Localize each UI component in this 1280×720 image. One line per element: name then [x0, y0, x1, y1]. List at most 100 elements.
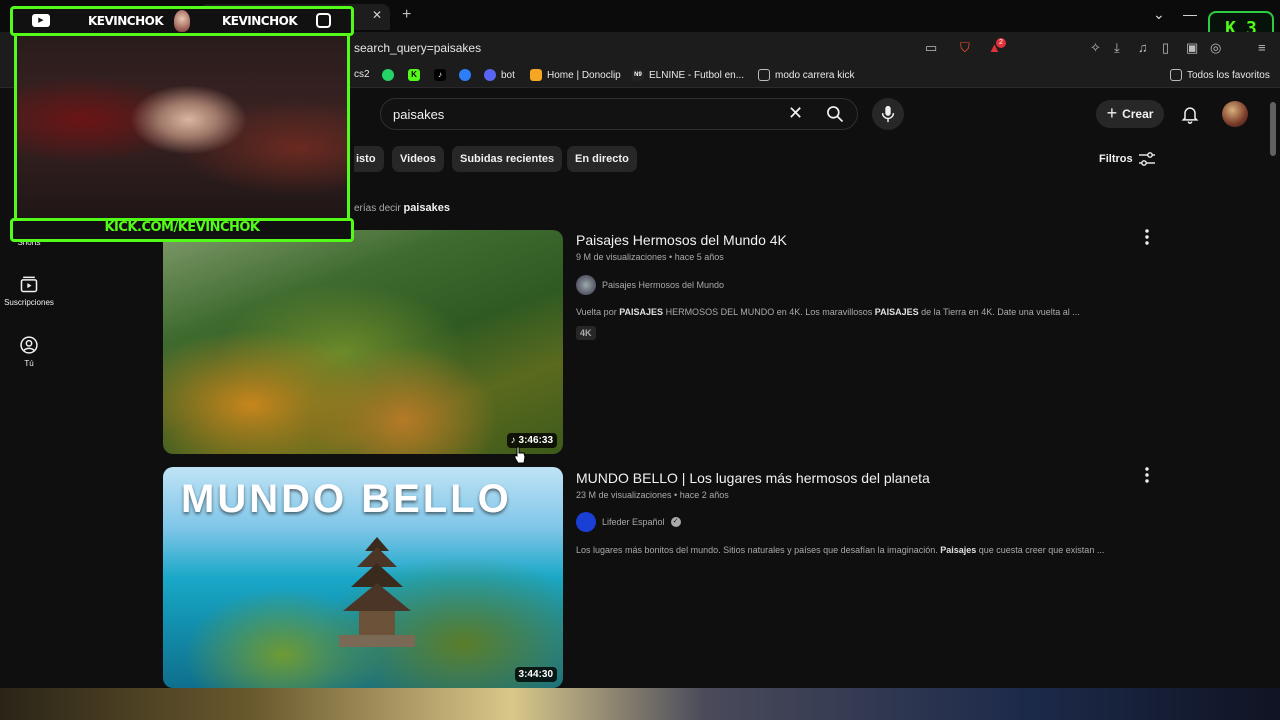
- video-thumbnail[interactable]: ♪ 3:46:33: [163, 230, 563, 454]
- streamer-mascot-icon: [174, 10, 190, 32]
- bookmark-kick[interactable]: K: [408, 69, 420, 81]
- desc-highlight: PAISAJES: [619, 307, 664, 317]
- search-input[interactable]: [380, 98, 858, 130]
- chip-all[interactable]: isto: [354, 146, 384, 172]
- bookmark-bot[interactable]: bot: [484, 69, 515, 81]
- elnine-icon: N9: [632, 69, 644, 81]
- microphone-icon: [881, 105, 895, 123]
- channel-avatar: [576, 275, 596, 295]
- sidebar-item-label: Tú: [24, 359, 34, 368]
- clear-search-icon[interactable]: ✕: [788, 103, 803, 124]
- brave-shield-icon[interactable]: ⛉: [960, 40, 970, 56]
- chip-live[interactable]: En directo: [567, 146, 637, 172]
- chip-recent-uploads[interactable]: Subidas recientes: [452, 146, 563, 172]
- stream-webcam-overlay: ▶ KEVINCHOK KEVINCHOK KICK.COM/KEVINCHOK: [10, 6, 354, 242]
- chrome-icon: [459, 69, 471, 81]
- chip-label: Videos: [400, 153, 436, 165]
- bookmark-label: cs2: [354, 69, 370, 80]
- quality-badge: 4K: [576, 326, 596, 340]
- did-you-mean-link[interactable]: paisakes: [403, 202, 449, 214]
- chip-label: En directo: [575, 153, 629, 165]
- extensions-icon[interactable]: ✧: [1090, 40, 1101, 56]
- channel-avatar: [576, 512, 596, 532]
- chip-videos[interactable]: Videos: [392, 146, 444, 172]
- pagoda-illustration: [339, 537, 415, 647]
- duration-text: 3:44:30: [518, 669, 553, 680]
- bookmark-label: Todos los favoritos: [1187, 69, 1270, 81]
- bookmark-tiktok[interactable]: ♪: [434, 69, 446, 81]
- subscriptions-icon: [20, 276, 38, 293]
- more-actions-button[interactable]: [1140, 228, 1154, 251]
- folder-icon: [758, 69, 770, 81]
- video-description: Los lugares más bonitos del mundo. Sitio…: [576, 545, 1104, 555]
- wallet-icon[interactable]: ▣: [1186, 40, 1198, 56]
- bookmark-donoclip[interactable]: Home | Donoclip: [530, 69, 621, 81]
- bookmark-all-favorites[interactable]: Todos los favoritos: [1170, 69, 1270, 81]
- avatar[interactable]: [1222, 101, 1248, 127]
- chip-label: isto: [356, 153, 376, 165]
- bookmark-whatsapp[interactable]: [382, 69, 394, 81]
- filters-label: Filtros: [1099, 153, 1133, 165]
- verified-icon: ✓: [670, 517, 681, 527]
- plus-icon: +: [1106, 102, 1118, 123]
- bookmark-elnine[interactable]: N9 ELNINE - Futbol en...: [632, 69, 744, 81]
- bell-icon: [1181, 107, 1199, 124]
- hand-cursor-icon: [514, 446, 526, 464]
- notifications-button[interactable]: [1180, 104, 1200, 129]
- donoclip-icon: [530, 69, 542, 81]
- menu-icon[interactable]: ≡: [1258, 40, 1266, 55]
- more-actions-button[interactable]: [1140, 466, 1154, 489]
- kebab-menu-icon: [1145, 229, 1149, 245]
- channel-link[interactable]: Lifeder Español ✓: [576, 512, 681, 532]
- bookmark-chrome[interactable]: [459, 69, 471, 81]
- vpn-icon[interactable]: ◎: [1210, 40, 1221, 56]
- cast-icon[interactable]: ▭: [925, 40, 937, 56]
- create-button[interactable]: + Crear: [1096, 100, 1164, 128]
- desc-text: Vuelta por: [576, 307, 620, 317]
- channel-link[interactable]: Paisajes Hermosos del Mundo: [576, 275, 724, 295]
- downloads-icon[interactable]: ⤓: [1114, 40, 1120, 56]
- desc-text: HERMOSOS DEL MUNDO en 4K. Los maravillos…: [663, 307, 875, 317]
- desc-text: que cuesta creer que existan ...: [976, 545, 1105, 555]
- bookmark-label: modo carrera kick: [775, 69, 855, 81]
- rewards-count-badge: 2: [996, 38, 1006, 48]
- page-scrollbar[interactable]: [1268, 96, 1278, 686]
- new-tab-icon[interactable]: +: [402, 6, 411, 24]
- tab-search-chevron-icon[interactable]: ⌄: [1153, 6, 1165, 23]
- overlay-kick-url: KICK.COM/KEVINCHOK: [104, 220, 260, 235]
- video-title[interactable]: MUNDO BELLO | Los lugares más hermosos d…: [576, 470, 930, 486]
- tab-close-icon[interactable]: ✕: [372, 8, 382, 22]
- user-icon: [20, 336, 38, 354]
- search-icon: [827, 106, 844, 123]
- video-thumbnail[interactable]: MUNDO BELLO 3:44:30: [163, 467, 563, 688]
- duration-text: 3:46:33: [518, 435, 553, 446]
- tiktok-icon: ♪: [434, 69, 446, 81]
- desc-text: de la Tierra en 4K. Date una vuelta al .…: [918, 307, 1080, 317]
- kick-icon: K: [408, 69, 420, 81]
- scrollbar-thumb[interactable]: [1270, 102, 1276, 156]
- sidebar-item-label: Suscripciones: [4, 298, 54, 307]
- sidebar-item-subscriptions[interactable]: Suscripciones: [0, 274, 58, 307]
- bookmark-modo-carrera[interactable]: modo carrera kick: [758, 69, 854, 81]
- search-button[interactable]: [825, 104, 845, 129]
- whatsapp-icon: [382, 69, 394, 81]
- overlay-name-left: KEVINCHOK: [88, 14, 164, 28]
- youtube-icon: ▶: [32, 14, 50, 27]
- filters-button[interactable]: Filtros: [1099, 152, 1155, 166]
- overlay-name-right: KEVINCHOK: [222, 14, 298, 28]
- video-title[interactable]: Paisajes Hermosos del Mundo 4K: [576, 232, 787, 248]
- did-you-mean: erías decir paisakes: [354, 202, 450, 214]
- voice-search-button[interactable]: [872, 98, 904, 130]
- video-meta: 9 M de visualizaciones • hace 5 años: [576, 252, 724, 262]
- media-icon[interactable]: ♫: [1138, 40, 1148, 55]
- url-field[interactable]: search_query=paisakes: [354, 41, 481, 55]
- desc-text: Los lugares más bonitos del mundo. Sitio…: [576, 545, 941, 555]
- bookmark-cs2[interactable]: cs2: [354, 69, 370, 80]
- create-label: Crear: [1122, 107, 1154, 121]
- chip-label: Subidas recientes: [460, 153, 555, 165]
- desc-highlight: Paisajes: [940, 545, 977, 555]
- channel-name: Paisajes Hermosos del Mundo: [602, 280, 725, 290]
- sidebar-item-you[interactable]: Tú: [0, 335, 58, 368]
- sidebar-toggle-icon[interactable]: ▯: [1162, 40, 1169, 56]
- minimize-icon[interactable]: —: [1183, 6, 1197, 22]
